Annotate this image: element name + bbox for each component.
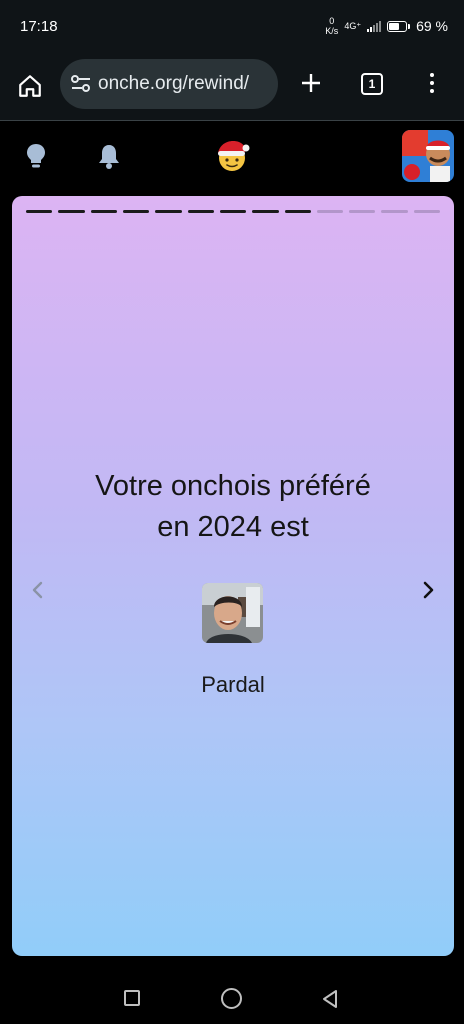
net-speed-unit: K/s	[325, 26, 339, 36]
story-heading: Votre onchois préféré en 2024 est	[12, 466, 454, 548]
browser-toolbar: onche.org/rewind/ 1	[0, 56, 464, 120]
tab-count: 1	[368, 77, 376, 91]
battery-percent: 69 %	[416, 18, 448, 34]
lightbulb-icon[interactable]	[22, 141, 50, 171]
story-progress-segment	[284, 210, 311, 213]
battery-icon	[387, 20, 411, 32]
story-progress-segment	[219, 210, 247, 213]
chevron-left-icon[interactable]	[28, 580, 48, 600]
home-circle-icon[interactable]	[221, 988, 242, 1009]
site-header	[0, 121, 464, 191]
tab-switcher-button[interactable]: 1	[361, 73, 383, 95]
story-progress-segment	[381, 210, 408, 213]
story-progress-segment	[26, 210, 53, 213]
santa-emoji-logo[interactable]	[212, 137, 252, 173]
home-icon	[19, 75, 41, 97]
story-progress-segment	[155, 210, 182, 213]
net-speed-value: 0	[329, 16, 335, 26]
plus-icon	[302, 74, 320, 92]
new-tab-button[interactable]	[296, 68, 326, 98]
status-bar: 17:18 0 K/s 4G⁺ 69 %	[0, 0, 464, 56]
url-text[interactable]: onche.org/rewind/	[98, 73, 249, 95]
network-speed: 0 K/s	[325, 16, 338, 36]
story-heading-line1: Votre onchois préféré	[95, 470, 371, 502]
signal-icon	[367, 20, 382, 32]
network-type: 4G⁺	[344, 21, 362, 31]
more-vert-icon[interactable]	[420, 68, 444, 98]
system-nav-bar	[0, 968, 464, 1024]
story-progress-bar	[26, 210, 441, 213]
favorite-user-name[interactable]: Pardal	[12, 672, 454, 698]
story-progress-segment	[187, 210, 214, 213]
story-progress-segment	[58, 210, 85, 213]
status-icons: 0 K/s 4G⁺ 69 %	[325, 16, 448, 36]
recents-square-icon[interactable]	[124, 990, 140, 1006]
story-progress-segment	[90, 210, 117, 213]
story-progress-segment	[252, 210, 279, 213]
story-progress-segment	[413, 210, 441, 213]
phone-screen: 17:18 0 K/s 4G⁺ 69 % onche.org/rewind/ 1…	[0, 0, 464, 1024]
story-progress-segment	[122, 210, 150, 213]
chevron-right-icon[interactable]	[418, 580, 438, 600]
address-bar[interactable]: onche.org/rewind/	[60, 59, 278, 109]
story-progress-segment	[349, 210, 376, 213]
favorite-user-avatar[interactable]	[202, 583, 263, 643]
rewind-story-card[interactable]: Votre onchois préféré en 2024 est Pardal	[12, 196, 454, 956]
home-button[interactable]	[14, 70, 46, 102]
profile-avatar[interactable]	[402, 130, 454, 182]
story-heading-line2: en 2024 est	[157, 511, 309, 543]
tune-icon[interactable]	[70, 73, 92, 95]
story-progress-segment	[316, 210, 344, 213]
status-time: 17:18	[20, 18, 58, 35]
back-triangle-icon[interactable]	[320, 988, 340, 1010]
bell-icon[interactable]	[94, 141, 124, 171]
